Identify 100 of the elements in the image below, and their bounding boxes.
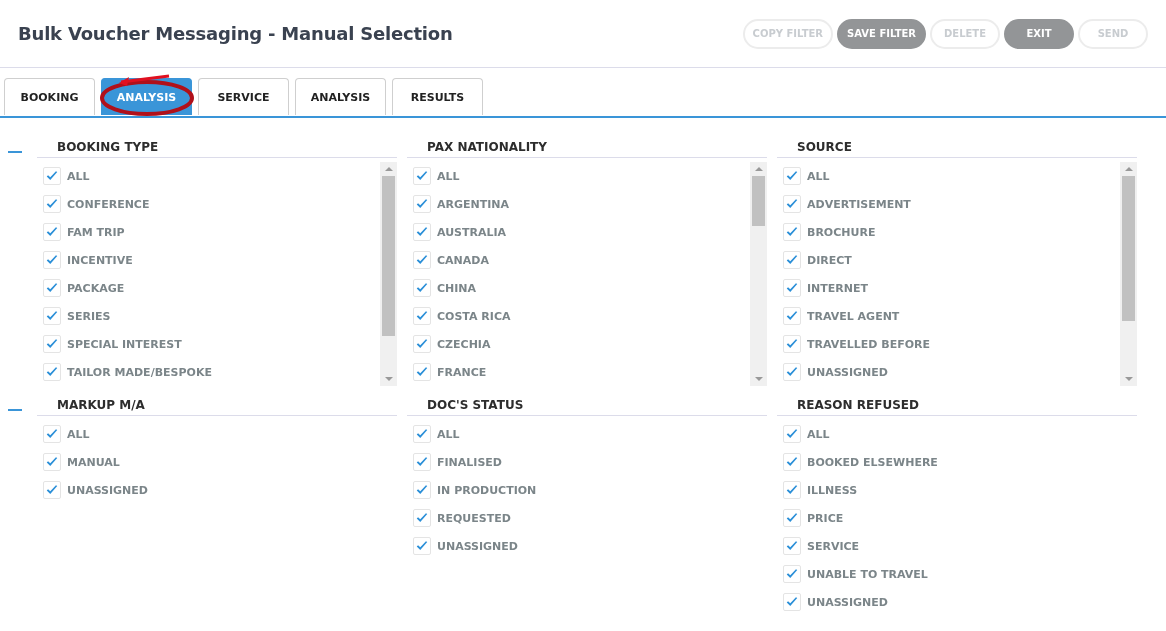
tab[interactable]: RESULTS (392, 78, 483, 115)
checkbox[interactable] (413, 425, 431, 443)
checkbox[interactable] (43, 363, 61, 381)
checkmark-icon (415, 539, 429, 553)
option-label: SPECIAL INTEREST (67, 337, 182, 351)
scrollbar[interactable] (380, 162, 397, 386)
panel-heading: REASON REFUSED (777, 398, 1137, 416)
option-label: ALL (67, 427, 90, 441)
tab[interactable]: BOOKING (4, 78, 95, 115)
action-button[interactable]: EXIT (1004, 18, 1074, 49)
checkmark-icon (415, 511, 429, 525)
checkmark-icon (415, 337, 429, 351)
option-label: CHINA (437, 281, 477, 295)
checkmark-icon (415, 281, 429, 295)
option-label: TRAVELLED BEFORE (807, 337, 930, 351)
checkmark-icon (415, 253, 429, 267)
option-label: REQUESTED (437, 511, 511, 525)
checkmark-icon (785, 365, 799, 379)
checkmark-icon (45, 169, 59, 183)
checkbox[interactable] (783, 453, 801, 471)
option-label: ALL (807, 427, 830, 441)
checkmark-icon (45, 253, 59, 267)
checkmark-icon (415, 197, 429, 211)
checkbox[interactable] (43, 453, 61, 471)
scrollbar[interactable] (750, 162, 767, 386)
option-label: MANUAL (67, 455, 120, 469)
option-label: UNASSIGNED (807, 595, 888, 609)
checkbox[interactable] (43, 425, 61, 443)
checkbox[interactable] (43, 167, 61, 185)
checkmark-icon (45, 337, 59, 351)
option-label: ALL (807, 169, 830, 183)
tab[interactable]: ANALYSIS (295, 78, 386, 115)
checkbox[interactable] (783, 425, 801, 443)
checkbox[interactable] (43, 481, 61, 499)
option-label: COSTA RICA (437, 309, 511, 323)
checkbox[interactable] (413, 307, 431, 325)
checkbox[interactable] (413, 279, 431, 297)
checkbox[interactable] (783, 195, 801, 213)
checkmark-icon (785, 595, 799, 609)
checkbox[interactable] (783, 223, 801, 241)
checkbox[interactable] (783, 251, 801, 269)
checkmark-icon (785, 169, 799, 183)
option-label: ALL (67, 169, 90, 183)
panel-heading: DOC'S STATUS (407, 398, 767, 416)
checkbox[interactable] (783, 481, 801, 499)
checkmark-icon (785, 197, 799, 211)
checkmark-icon (785, 483, 799, 497)
checkbox[interactable] (413, 251, 431, 269)
checkmark-icon (45, 225, 59, 239)
checkmark-icon (785, 253, 799, 267)
checkmark-icon (45, 365, 59, 379)
checkbox[interactable] (43, 307, 61, 325)
checkmark-icon (785, 427, 799, 441)
option-label: CZECHIA (437, 337, 491, 351)
checkbox[interactable] (413, 509, 431, 527)
checkbox[interactable] (783, 363, 801, 381)
option-label: ILLNESS (807, 483, 858, 497)
checkbox[interactable] (413, 223, 431, 241)
option-label: FRANCE (437, 365, 487, 379)
checkbox[interactable] (783, 537, 801, 555)
option-label: UNASSIGNED (67, 483, 148, 497)
checkbox[interactable] (413, 363, 431, 381)
option-label: CONFERENCE (67, 197, 150, 211)
checkbox[interactable] (413, 195, 431, 213)
checkbox[interactable] (43, 335, 61, 353)
checkbox[interactable] (413, 537, 431, 555)
checkbox[interactable] (413, 335, 431, 353)
action-button[interactable]: SAVE FILTER (837, 18, 926, 49)
checkmark-icon (45, 309, 59, 323)
option-label: INTERNET (807, 281, 868, 295)
checkmark-icon (45, 455, 59, 469)
option-label: FINALISED (437, 455, 502, 469)
checkmark-icon (785, 567, 799, 581)
option-label: CANADA (437, 253, 489, 267)
checkbox[interactable] (783, 167, 801, 185)
checkmark-icon (785, 511, 799, 525)
checkmark-icon (785, 309, 799, 323)
checkbox[interactable] (783, 307, 801, 325)
checkbox[interactable] (413, 453, 431, 471)
checkbox[interactable] (43, 251, 61, 269)
checkbox[interactable] (43, 195, 61, 213)
scrollbar[interactable] (1120, 162, 1137, 386)
checkmark-icon (415, 225, 429, 239)
option-label: ALL (437, 169, 460, 183)
checkbox[interactable] (413, 481, 431, 499)
checkmark-icon (45, 281, 59, 295)
checkmark-icon (785, 337, 799, 351)
option-label: INCENTIVE (67, 253, 133, 267)
checkbox[interactable] (43, 223, 61, 241)
checkmark-icon (785, 455, 799, 469)
panel-heading: MARKUP M/A (37, 398, 397, 416)
checkbox[interactable] (413, 167, 431, 185)
checkbox[interactable] (783, 509, 801, 527)
option-label: IN PRODUCTION (437, 483, 537, 497)
checkbox[interactable] (783, 593, 801, 611)
checkbox[interactable] (783, 335, 801, 353)
checkbox[interactable] (783, 279, 801, 297)
checkbox[interactable] (783, 565, 801, 583)
checkbox[interactable] (43, 279, 61, 297)
tab[interactable]: SERVICE (198, 78, 289, 115)
